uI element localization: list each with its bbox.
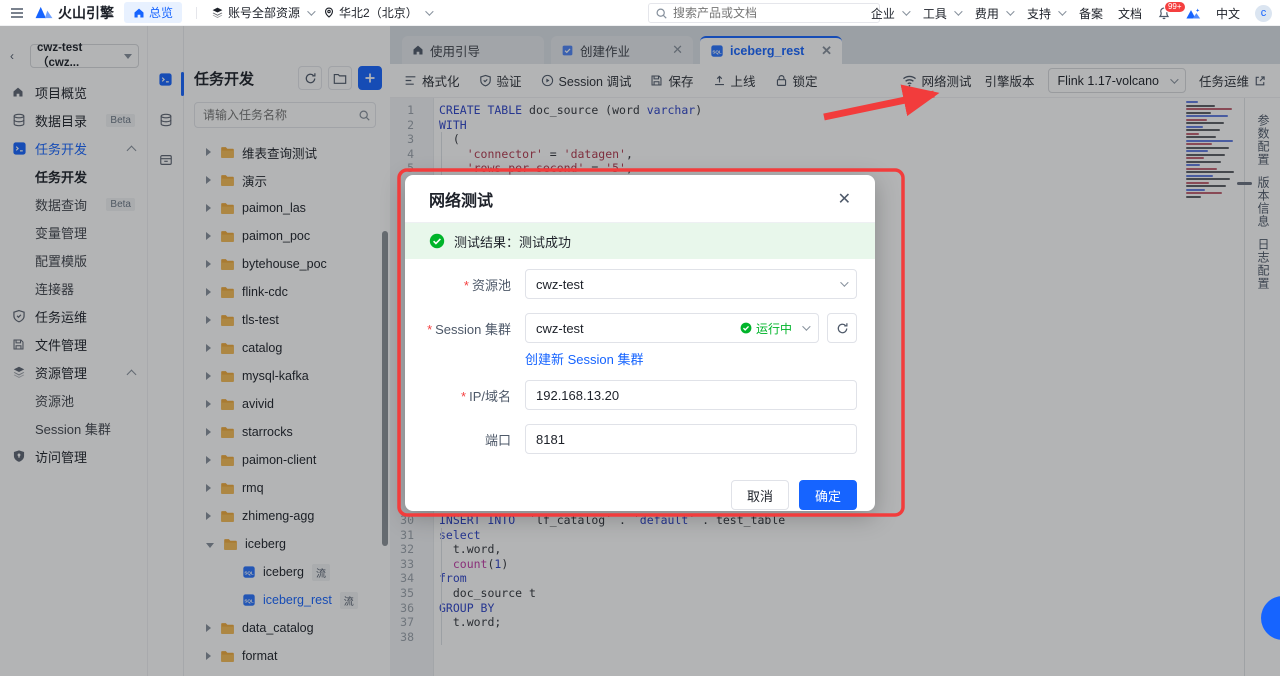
location-icon	[323, 6, 335, 19]
menu-label: 备案	[1078, 6, 1103, 21]
confirm-button[interactable]: 确定	[798, 480, 857, 510]
search-icon	[655, 7, 668, 20]
global-search-input[interactable]	[673, 6, 853, 20]
cancel-button[interactable]: 取消	[730, 480, 789, 510]
menu-label: 工具	[922, 6, 947, 21]
required-asterisk: *	[463, 277, 469, 293]
field-label: * Session 集群	[427, 321, 511, 337]
topnav-menu-企业[interactable]: 企业	[870, 5, 911, 22]
home-icon	[133, 7, 145, 19]
Session 集群-select[interactable]: cwz-test 运行中	[525, 313, 819, 343]
资源池-select[interactable]: cwz-test	[525, 269, 857, 299]
logo-text: 火山引擎	[58, 4, 114, 21]
modal-field-端口: 端口	[415, 424, 857, 454]
account-resources-dropdown[interactable]: 账号全部资源	[211, 4, 316, 21]
divider	[196, 6, 198, 19]
required-asterisk: *	[427, 321, 433, 337]
overview-button[interactable]: 总览	[124, 2, 183, 23]
chevron-down-icon	[1006, 7, 1015, 16]
check-circle-icon	[429, 233, 445, 249]
field-label: 端口	[484, 432, 511, 448]
modal-field-资源池: * 资源池 cwz-test	[415, 269, 857, 299]
region-dropdown[interactable]: 华北2（北京）	[323, 4, 434, 21]
refresh-session-button[interactable]	[827, 313, 857, 343]
account-resources-label: 账号全部资源	[228, 6, 301, 20]
language-switch[interactable]: 中文	[1216, 5, 1240, 22]
alert-text: 测试结果：测试成功	[454, 234, 572, 250]
IP/域名-input[interactable]	[536, 387, 846, 403]
field-label: * IP/域名	[461, 388, 511, 404]
modal-field-Session 集群: * Session 集群 cwz-test 运行中	[415, 313, 857, 343]
modal-field-IP/域名: * IP/域名	[415, 380, 857, 410]
端口-input-wrap	[525, 424, 857, 454]
status-text: 运行中	[755, 321, 792, 336]
topnav-menu-备案[interactable]: 备案	[1079, 5, 1103, 22]
region-label: 华北2（北京）	[339, 6, 418, 20]
notifications-button[interactable]: 99+	[1157, 1, 1186, 20]
close-icon[interactable]: ✕	[838, 189, 851, 209]
select-value: cwz-test	[536, 276, 584, 292]
volcano-logo[interactable]: 火山引擎	[34, 3, 114, 23]
chevron-down-icon	[954, 7, 963, 16]
hamburger-icon[interactable]	[10, 7, 24, 19]
topnav-menu-费用[interactable]: 费用	[974, 5, 1015, 22]
menu-label: 文档	[1117, 6, 1142, 21]
menu-label: 企业	[870, 6, 895, 21]
端口-input[interactable]	[536, 431, 846, 447]
topnav-menu-文档[interactable]: 文档	[1118, 5, 1142, 22]
overview-label: 总览	[149, 6, 174, 20]
network-test-modal: 网络测试 ✕ 测试结果：测试成功 * 资源池 cwz-test * Session 集群…	[405, 175, 875, 511]
select-value: cwz-test	[536, 320, 584, 336]
chevron-down-icon	[840, 278, 849, 287]
avatar[interactable]: c	[1255, 4, 1272, 22]
chevron-down-icon	[1058, 7, 1067, 16]
top-nav: 火山引擎 总览 账号全部资源 华北2（北京） 企业工具费用支持备案文档 99+ …	[0, 0, 1280, 26]
test-result-alert: 测试结果：测试成功	[405, 223, 875, 259]
menu-label: 费用	[974, 6, 999, 21]
modal-title: 网络测试	[429, 192, 494, 210]
required-asterisk: *	[461, 388, 467, 404]
check-dot-icon	[740, 322, 752, 334]
topnav-menu-工具[interactable]: 工具	[922, 5, 963, 22]
field-label: * 资源池	[463, 277, 511, 293]
chevron-down-icon	[802, 322, 811, 331]
topnav-menu-支持[interactable]: 支持	[1026, 5, 1067, 22]
IP/域名-input-wrap	[525, 380, 857, 410]
menu-label: 支持	[1026, 6, 1051, 21]
chevron-down-icon	[307, 6, 316, 16]
global-search[interactable]	[648, 3, 880, 23]
volcano-logo-icon	[34, 5, 54, 20]
stack-icon	[211, 6, 224, 19]
chevron-down-icon	[424, 6, 434, 16]
ai-assistant-icon[interactable]	[1186, 7, 1201, 20]
create-session-link[interactable]: 创建新 Session 集群	[525, 349, 857, 368]
chevron-down-icon	[902, 7, 911, 16]
notification-badge: 99+	[1163, 1, 1186, 13]
